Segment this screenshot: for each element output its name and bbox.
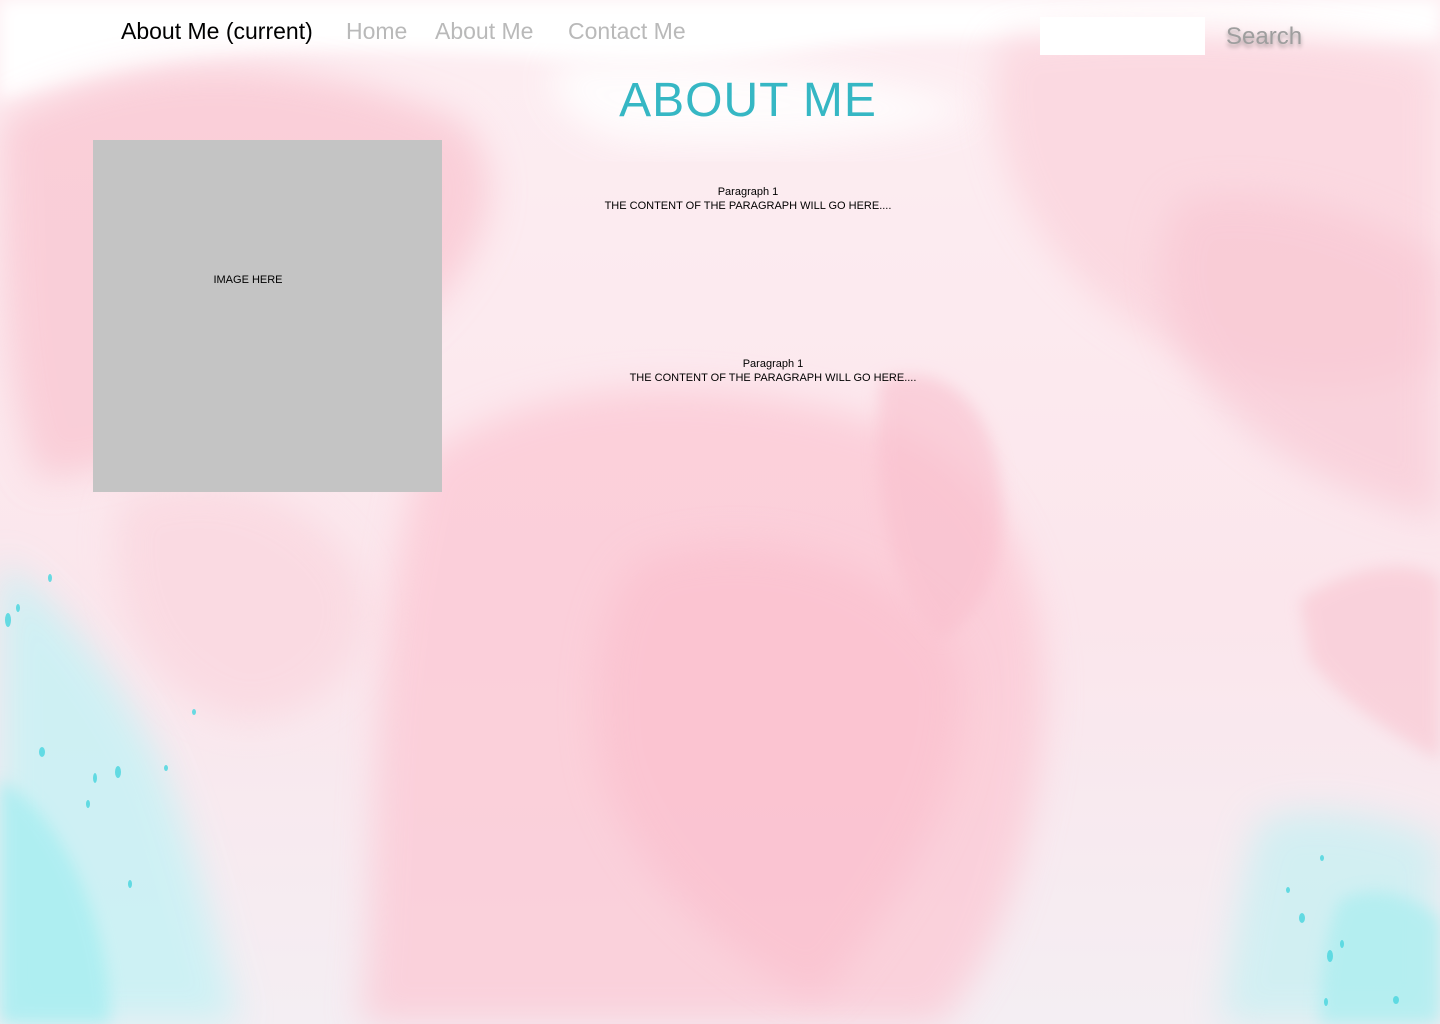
search-input[interactable] <box>1040 17 1205 55</box>
paragraph-block: Paragraph 1 THE CONTENT OF THE PARAGRAPH… <box>548 185 948 213</box>
paragraph-heading: Paragraph 1 <box>717 186 779 198</box>
paragraph-heading: Paragraph 1 <box>742 358 804 370</box>
page-content: About Me (current) Home About Me Contact… <box>0 0 1440 1024</box>
paragraph-block: Paragraph 1 THE CONTENT OF THE PARAGRAPH… <box>573 357 973 385</box>
nav-link-contact-me[interactable]: Contact Me <box>568 16 686 46</box>
page-title: ABOUT ME <box>619 74 877 127</box>
nav-link-home[interactable]: Home <box>346 16 407 46</box>
search-button[interactable]: Search <box>1226 22 1302 52</box>
nav-link-about-me[interactable]: About Me <box>435 16 533 46</box>
paragraph-body: THE CONTENT OF THE PARAGRAPH WILL GO HER… <box>604 200 892 212</box>
paragraph-body: THE CONTENT OF THE PARAGRAPH WILL GO HER… <box>629 372 917 384</box>
nav-current-page[interactable]: About Me (current) <box>121 16 313 46</box>
image-placeholder: IMAGE HERE <box>93 140 442 492</box>
image-placeholder-label: IMAGE HERE <box>213 274 283 286</box>
